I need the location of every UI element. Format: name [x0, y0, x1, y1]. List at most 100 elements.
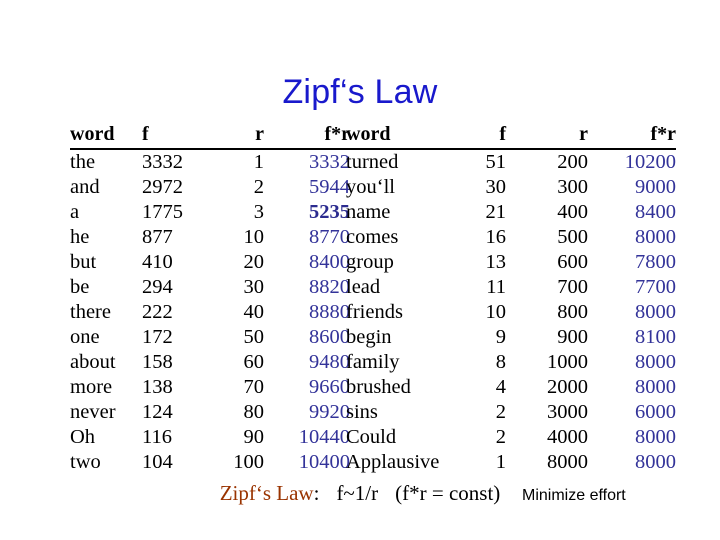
cell-fr: 8820 — [309, 276, 350, 298]
table-header-left: word f r f*r — [70, 122, 350, 150]
minimize-effort-note: Minimize effort — [522, 487, 626, 504]
cell-r: 3000 — [547, 401, 588, 423]
cell-f: 11 — [486, 276, 506, 298]
slide-canvas: Zipf‘s Law word f r f*r the 3332 1 3332 and 2… — [0, 0, 720, 540]
cell-r: 500 — [557, 226, 588, 248]
cell-fr: 9920 — [309, 401, 350, 423]
cell-f: 172 — [142, 326, 173, 348]
cell-r: 4000 — [547, 426, 588, 448]
cell-f: 2972 — [142, 176, 183, 198]
cell-f: 1775 — [142, 201, 183, 223]
table-row: begin 9 900 8100 — [346, 325, 676, 350]
cell-r: 2000 — [547, 376, 588, 398]
table-row: but 410 20 8400 — [70, 250, 350, 275]
cell-fr: 9000 — [635, 176, 676, 198]
cell-f: 9 — [495, 326, 506, 348]
column-header-word: word — [346, 122, 456, 150]
cell-word: Could — [346, 426, 397, 448]
cell-fr: 9660 — [309, 376, 350, 398]
cell-r: 3 — [253, 201, 264, 223]
cell-r: 800 — [557, 301, 588, 323]
cell-fr: 8100 — [635, 326, 676, 348]
cell-r: 90 — [243, 426, 265, 448]
table-row: never 124 80 9920 — [70, 400, 350, 425]
cell-r: 900 — [557, 326, 588, 348]
cell-f: 104 — [142, 451, 173, 473]
cell-word: sins — [346, 401, 378, 423]
table-row: he 877 10 8770 — [70, 225, 350, 250]
cell-r: 60 — [243, 351, 265, 373]
cell-fr: 8000 — [635, 226, 676, 248]
column-header-fr: f*r — [612, 122, 676, 150]
cell-f: 10 — [485, 301, 507, 323]
column-header-r: r — [532, 122, 612, 150]
cell-fr: 5944 — [309, 176, 350, 198]
cell-word: turned — [346, 151, 399, 173]
cell-word: friends — [346, 301, 403, 323]
cell-r: 2 — [253, 176, 264, 198]
cell-fr: 6000 — [635, 401, 676, 423]
cell-fr: 8000 — [635, 376, 676, 398]
cell-f: 124 — [142, 401, 173, 423]
cell-f: 30 — [485, 176, 507, 198]
table-row: sins 2 3000 6000 — [346, 400, 676, 425]
cell-fr: 8400 — [635, 201, 676, 223]
cell-f: 16 — [485, 226, 507, 248]
cell-r: 20 — [243, 251, 265, 273]
table-row: be 294 30 8820 — [70, 275, 350, 300]
zipf-table-left: word f r f*r the 3332 1 3332 and 2972 2 5944 a 17… — [70, 122, 350, 475]
cell-word: more — [70, 376, 113, 398]
cell-word: about — [70, 351, 116, 373]
cell-f: 51 — [485, 151, 507, 173]
cell-word: be — [70, 276, 90, 298]
cell-fr: 8770 — [309, 226, 350, 248]
table-body-left: the 3332 1 3332 and 2972 2 5944 a 1775 3 5235 he 877 1… — [70, 149, 350, 475]
cell-fr: 8000 — [635, 301, 676, 323]
table-row: two 104 100 10400 — [70, 450, 350, 475]
table-header-row: word f r f*r — [70, 122, 350, 150]
cell-word: but — [70, 251, 97, 273]
column-header-f: f — [142, 122, 218, 150]
cell-r: 200 — [557, 151, 588, 173]
zipf-table-right: word f r f*r turned 51 200 10200 you‘ll 30 300… — [346, 122, 676, 475]
table-row: one 172 50 8600 — [70, 325, 350, 350]
cell-r: 700 — [557, 276, 588, 298]
cell-word: two — [70, 451, 101, 473]
cell-f: 13 — [485, 251, 507, 273]
cell-fr: 9480 — [309, 351, 350, 373]
table-row: Applausive 1 8000 8000 — [346, 450, 676, 475]
cell-f: 2 — [495, 426, 506, 448]
page-title: Zipf‘s Law — [282, 73, 438, 111]
table-row: about 158 60 9480 — [70, 350, 350, 375]
caption-relation: f~1/r — [336, 481, 379, 505]
cell-r: 1000 — [547, 351, 588, 373]
cell-f: 158 — [142, 351, 173, 373]
cell-f: 1 — [495, 451, 506, 473]
table-row: turned 51 200 10200 — [346, 149, 676, 175]
cell-f: 222 — [142, 301, 173, 323]
table-row: a 1775 3 5235 — [70, 200, 350, 225]
caption-constant-note: (f*r = const) — [395, 481, 501, 505]
cell-r: 70 — [243, 376, 265, 398]
cell-r: 300 — [557, 176, 588, 198]
cell-r: 80 — [243, 401, 265, 423]
cell-word: Applausive — [346, 451, 440, 473]
cell-word: one — [70, 326, 100, 348]
cell-fr: 8880 — [309, 301, 350, 323]
column-header-fr: f*r — [284, 122, 350, 150]
cell-fr: 10200 — [624, 151, 676, 173]
table-row: the 3332 1 3332 — [70, 149, 350, 175]
cell-word: a — [70, 201, 80, 223]
cell-word: group — [346, 251, 394, 273]
cell-f: 877 — [142, 226, 173, 248]
cell-f: 116 — [142, 426, 172, 448]
table-row: name 21 400 8400 — [346, 200, 676, 225]
cell-f: 410 — [142, 251, 173, 273]
cell-fr: 7800 — [635, 251, 676, 273]
cell-f: 4 — [495, 376, 506, 398]
cell-r: 50 — [243, 326, 265, 348]
cell-word: Oh — [70, 426, 96, 448]
cell-r: 30 — [243, 276, 265, 298]
table-header-row: word f r f*r — [346, 122, 676, 150]
cell-word: lead — [346, 276, 381, 298]
